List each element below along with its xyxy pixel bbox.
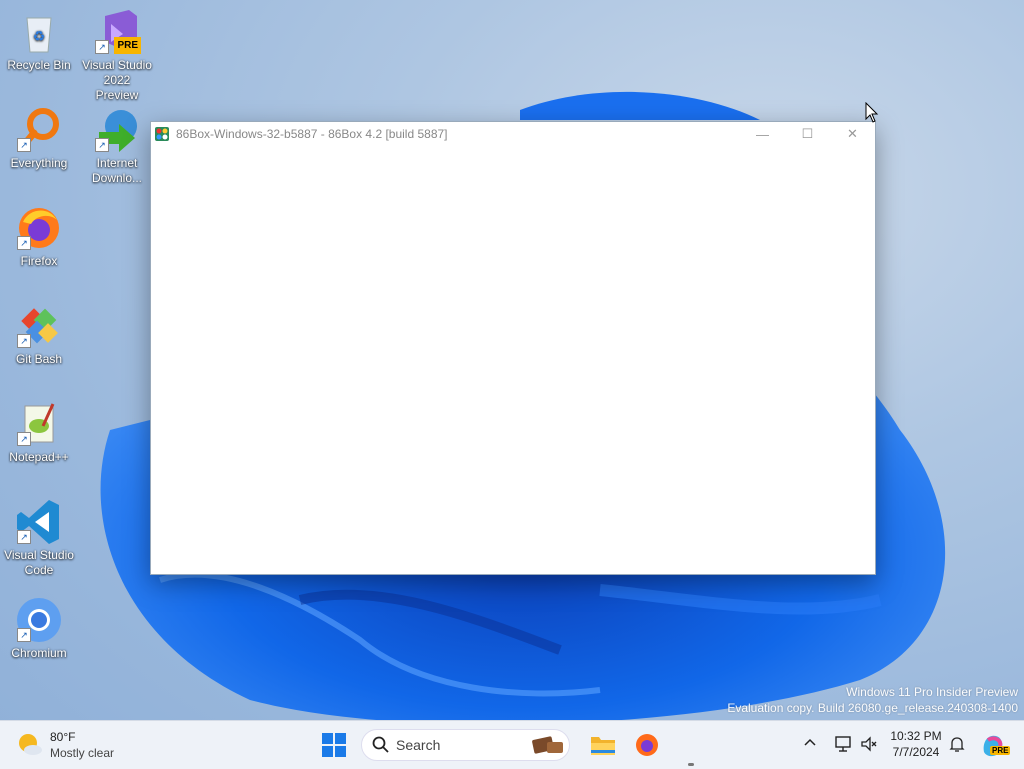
weather-widget[interactable]: 80°F Mostly clear	[16, 729, 114, 761]
taskbar-running-indicator	[688, 763, 694, 766]
volume-muted-icon	[861, 736, 877, 752]
copilot-button[interactable]: PRE	[980, 732, 1011, 763]
firefox-icon	[636, 734, 658, 756]
taskbar-search[interactable]: Search	[361, 729, 570, 761]
mouse-cursor-icon	[865, 102, 879, 123]
86box-app-icon	[155, 127, 169, 141]
shortcut-arrow-icon: ↗	[17, 432, 31, 446]
recycle-bin-icon: ♻	[15, 8, 63, 56]
everything-search-icon: ↗	[15, 106, 63, 154]
shortcut-arrow-icon: ↗	[95, 40, 109, 54]
minimize-button[interactable]: —	[740, 122, 785, 146]
desktop-icon-recycle-bin[interactable]: ♻ Recycle Bin	[3, 8, 75, 73]
desktop-icon-notepad-plus-plus[interactable]: ↗ Notepad++	[3, 400, 75, 465]
pre-badge: PRE	[114, 37, 141, 54]
notepad-plus-plus-icon: ↗	[15, 400, 63, 448]
search-icon	[372, 736, 389, 753]
close-button[interactable]: ✕	[830, 122, 875, 146]
watermark-line1: Windows 11 Pro Insider Preview	[846, 685, 1018, 699]
weather-condition: Mostly clear	[50, 746, 115, 760]
copilot-pre-badge: PRE	[990, 746, 1011, 755]
desktop-icon-vscode[interactable]: ↗ Visual Studio Code	[3, 498, 75, 578]
chevron-up-icon	[804, 738, 816, 746]
shortcut-arrow-icon: ↗	[17, 628, 31, 642]
taskbar-clock[interactable]: 10:32 PM 7/7/2024	[884, 728, 948, 760]
app-window-86box[interactable]: 86Box-Windows-32-b5887 - 86Box 4.2 [buil…	[150, 121, 876, 575]
maximize-button[interactable]: ☐	[785, 122, 830, 146]
shortcut-arrow-icon: ↗	[17, 334, 31, 348]
search-placeholder: Search	[396, 737, 441, 753]
windows-logo-icon	[322, 733, 346, 757]
desktop-icon-internet-download-manager[interactable]: ↗ Internet Downlo...	[81, 106, 153, 186]
desktop-icon-visual-studio-preview[interactable]: PRE ↗ Visual Studio 2022 Preview	[81, 8, 153, 103]
taskbar-file-explorer[interactable]	[590, 733, 616, 762]
window-title: 86Box-Windows-32-b5887 - 86Box 4.2 [buil…	[176, 127, 448, 141]
desktop-icon-git-bash[interactable]: ↗ Git Bash	[3, 302, 75, 367]
taskbar: 80°F Mostly clear Search 10:32 PM 7/7/20…	[0, 720, 1024, 769]
bell-icon	[949, 737, 965, 752]
notifications-button[interactable]	[948, 735, 966, 758]
tray-overflow-button[interactable]	[803, 735, 817, 754]
window-client-area[interactable]	[151, 146, 875, 574]
svg-text:♻: ♻	[33, 28, 46, 44]
visual-studio-icon: PRE ↗	[93, 8, 141, 56]
clock-time: 10:32 PM	[890, 729, 942, 743]
shortcut-arrow-icon: ↗	[17, 236, 31, 250]
desktop-icon-firefox[interactable]: ↗ Firefox	[3, 204, 75, 269]
chromium-icon: ↗	[15, 596, 63, 644]
shortcut-arrow-icon: ↗	[17, 530, 31, 544]
firefox-icon: ↗	[15, 204, 63, 252]
clock-date: 7/7/2024	[892, 745, 940, 759]
file-explorer-icon	[591, 737, 615, 755]
tray-volume[interactable]	[860, 735, 878, 758]
desktop-icon-chromium[interactable]: ↗ Chromium	[3, 596, 75, 661]
taskbar-firefox[interactable]	[634, 732, 660, 763]
vscode-icon: ↗	[15, 498, 63, 546]
windows-watermark: Windows 11 Pro Insider Preview Evaluatio…	[727, 684, 1018, 716]
start-button[interactable]	[322, 733, 346, 757]
shortcut-arrow-icon: ↗	[95, 138, 109, 152]
weather-temp: 80°F	[50, 730, 76, 744]
watermark-line2: Evaluation copy. Build 26080.ge_release.…	[727, 701, 1018, 715]
shortcut-arrow-icon: ↗	[17, 138, 31, 152]
tray-network[interactable]	[834, 735, 852, 758]
git-bash-icon: ↗	[15, 302, 63, 350]
network-icon	[835, 736, 851, 752]
search-highlight-icon	[532, 736, 563, 754]
weather-moon-cloud-icon	[19, 734, 42, 755]
internet-download-manager-icon: ↗	[93, 106, 141, 154]
desktop-icon-everything[interactable]: ↗ Everything	[3, 106, 75, 171]
window-titlebar[interactable]: 86Box-Windows-32-b5887 - 86Box 4.2 [buil…	[151, 122, 875, 146]
